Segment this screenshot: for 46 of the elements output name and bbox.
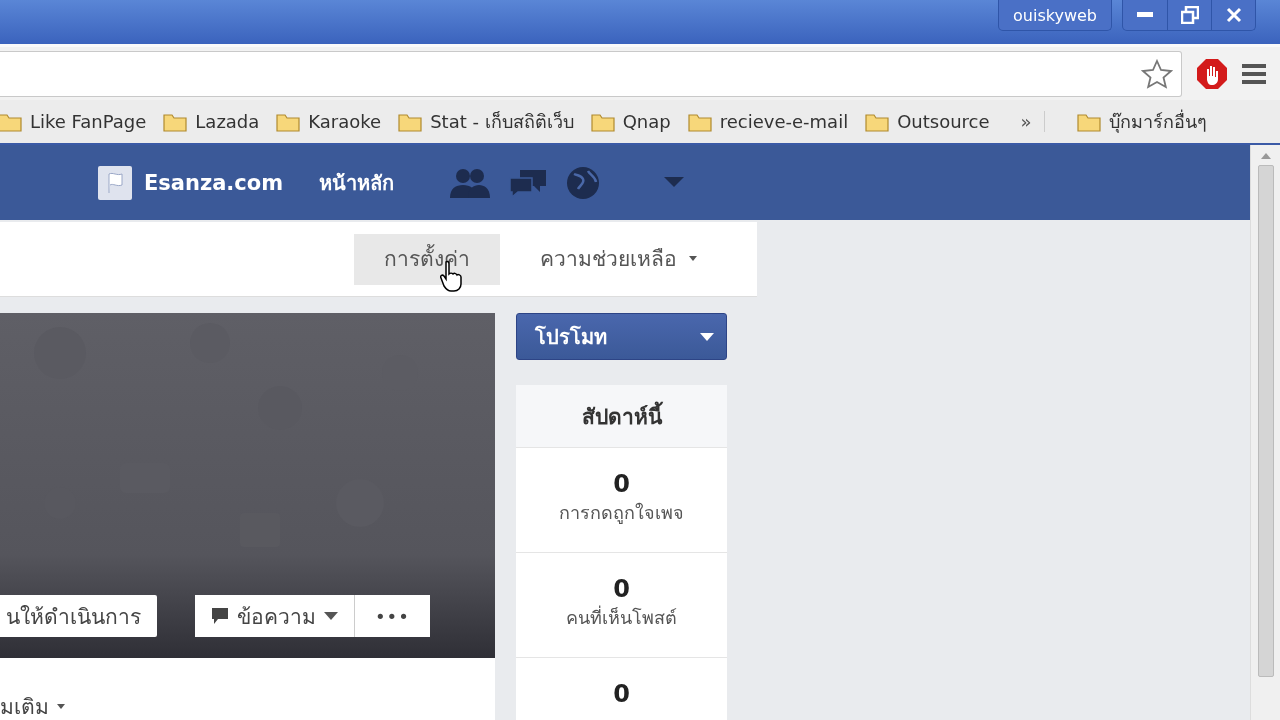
- bookmark-item[interactable]: Stat - เก็บสถิติเว็บ: [388, 107, 581, 136]
- bookmark-overflow[interactable]: »: [1020, 111, 1045, 132]
- stat-label: คนที่เห็นโพสต์: [566, 604, 677, 630]
- action-button[interactable]: นให้ดำเนินการ: [0, 595, 157, 637]
- caret-icon: [324, 612, 338, 620]
- bookmark-item[interactable]: recieve-e-mail: [677, 111, 856, 132]
- friends-icon[interactable]: [448, 167, 491, 198]
- stat-value: 0: [613, 470, 630, 498]
- flag-icon: [98, 165, 132, 200]
- bookmark-item[interactable]: Qnap: [580, 111, 678, 132]
- folder-icon: [398, 111, 423, 132]
- bookmark-item[interactable]: Karaoke: [266, 111, 389, 132]
- stats-title: สัปดาห์นี้: [516, 385, 727, 448]
- restore-icon: [1180, 6, 1199, 24]
- folder-icon: [276, 111, 301, 132]
- page-tab[interactable]: ความช่วยเหลือ: [510, 233, 727, 285]
- folder-icon: [0, 111, 22, 132]
- stop-hand-icon[interactable]: [1196, 57, 1228, 90]
- bookmark-item[interactable]: บุ๊กมาร์กอื่นๆ: [1066, 107, 1214, 136]
- bookmark-item[interactable]: Outsource: [855, 111, 997, 132]
- folder-icon: [590, 111, 615, 132]
- folder-icon: [163, 111, 188, 132]
- close-icon: [1225, 7, 1242, 23]
- bookmark-item[interactable]: Lazada: [153, 111, 267, 132]
- stat-value: 0: [613, 680, 630, 708]
- stat-value: 0: [613, 575, 630, 603]
- folder-icon: [687, 111, 712, 132]
- promote-button[interactable]: โปรโมท: [516, 313, 727, 360]
- scroll-up-icon[interactable]: [1260, 153, 1271, 159]
- folder-icon: [865, 111, 890, 132]
- speech-bubble-icon: [211, 607, 229, 625]
- menu-icon[interactable]: [1242, 62, 1266, 85]
- stat-label: การกดถูกใจเพจ: [559, 501, 684, 526]
- page-name[interactable]: Esanza.com: [98, 165, 284, 200]
- globe-icon[interactable]: [566, 165, 601, 200]
- home-link[interactable]: หน้าหลัก: [319, 166, 395, 199]
- more-button[interactable]: •••: [354, 595, 430, 637]
- folder-icon: [1076, 111, 1101, 132]
- profile-name[interactable]: ouiskyweb: [998, 0, 1112, 31]
- bookmark-item[interactable]: Like FanPage: [0, 111, 154, 132]
- minimize-icon: [1137, 12, 1153, 18]
- more-link[interactable]: มเติม: [0, 658, 495, 720]
- messages-icon[interactable]: [508, 167, 549, 198]
- caret-icon[interactable]: [664, 176, 685, 189]
- star-icon[interactable]: [1141, 58, 1173, 89]
- scrollbar-thumb[interactable]: [1257, 165, 1274, 677]
